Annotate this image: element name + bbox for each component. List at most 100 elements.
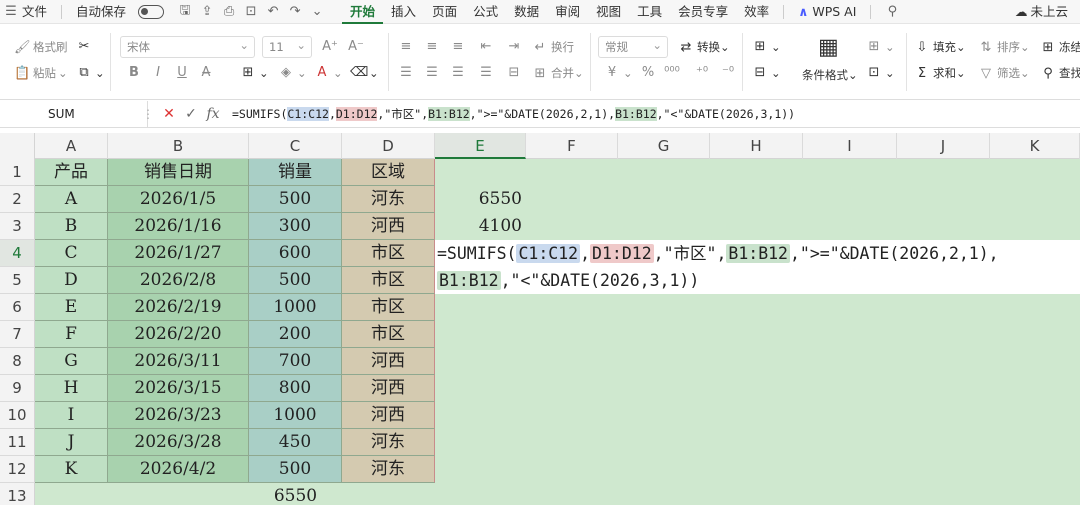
cell[interactable]: 2026/4/2: [108, 456, 249, 483]
column-header[interactable]: C: [249, 133, 342, 159]
tab-item[interactable]: 开始: [342, 0, 384, 24]
tab-item[interactable]: 视图: [588, 0, 629, 24]
cell[interactable]: A: [35, 186, 108, 213]
tab-item[interactable]: 插入: [383, 0, 424, 24]
cell[interactable]: 500: [249, 186, 342, 213]
column-header[interactable]: B: [108, 133, 249, 159]
fill-button[interactable]: ⇩ 填充 ⌄: [914, 39, 966, 55]
table-style-button[interactable]: ⊟ ⌄: [752, 65, 781, 80]
cell[interactable]: J: [35, 429, 108, 456]
cell-style-button[interactable]: ⊞ ⌄: [752, 39, 781, 54]
column-header[interactable]: K: [990, 133, 1080, 159]
percent-button[interactable]: %: [640, 65, 659, 80]
cell[interactable]: 1000: [249, 294, 342, 321]
cell[interactable]: 2026/2/8: [108, 267, 249, 294]
decimal-increase-button[interactable]: ⁺⁰: [694, 65, 713, 80]
row-header[interactable]: 6: [0, 294, 35, 321]
cell[interactable]: 6550: [249, 483, 342, 505]
align-right-button[interactable]: ☰: [450, 65, 469, 80]
thousands-button[interactable]: ⁰⁰⁰: [664, 65, 683, 80]
cell[interactable]: 800: [249, 375, 342, 402]
cell[interactable]: 河西: [342, 402, 435, 429]
print-icon[interactable]: ⎙: [218, 0, 240, 24]
cell[interactable]: 2026/3/15: [108, 375, 249, 402]
select-all-corner[interactable]: [0, 133, 35, 159]
cell[interactable]: 700: [249, 348, 342, 375]
cell[interactable]: 市区: [342, 240, 435, 267]
cell[interactable]: 2026/2/20: [108, 321, 249, 348]
cell[interactable]: 2026/1/27: [108, 240, 249, 267]
bold-button[interactable]: B: [126, 65, 145, 80]
quick-access-dropdown-icon[interactable]: ⌄: [306, 0, 328, 24]
row-header[interactable]: 12: [0, 456, 35, 483]
column-header[interactable]: G: [618, 133, 710, 159]
copy-button[interactable]: ⧉ ⌄: [76, 65, 104, 80]
filter-button[interactable]: ▽ 筛选 ⌄: [978, 65, 1030, 81]
row-header[interactable]: 9: [0, 375, 35, 402]
undo-icon[interactable]: ↶: [262, 0, 284, 24]
file-menu[interactable]: 文件: [22, 0, 55, 24]
wrap-text-button[interactable]: ↵ 换行: [532, 39, 574, 55]
tab-item[interactable]: 会员专享: [670, 0, 736, 24]
column-header[interactable]: E: [435, 133, 526, 159]
function-icon[interactable]: fx: [202, 106, 224, 122]
cell[interactable]: 河东: [342, 456, 435, 483]
number-format-combo[interactable]: 常规: [598, 35, 668, 58]
cut-button[interactable]: ✂: [76, 39, 95, 54]
cell[interactable]: 河西: [342, 213, 435, 240]
convert-button[interactable]: ⇄ 转换 ⌄: [678, 39, 730, 55]
increase-font-button[interactable]: A⁺: [322, 39, 341, 54]
cell[interactable]: D: [35, 267, 108, 294]
cell[interactable]: 200: [249, 321, 342, 348]
find-button[interactable]: ⚲ 查找: [1040, 65, 1080, 81]
cell[interactable]: 销售日期: [108, 159, 249, 186]
underline-button[interactable]: U: [174, 65, 193, 80]
cell-border-button[interactable]: ⊡ ⌄: [866, 65, 895, 80]
cell[interactable]: 2026/3/11: [108, 348, 249, 375]
cell[interactable]: 2026/3/23: [108, 402, 249, 429]
cell[interactable]: 市区: [342, 294, 435, 321]
column-header[interactable]: H: [710, 133, 803, 159]
cell[interactable]: 1000: [249, 402, 342, 429]
hamburger-menu-icon[interactable]: ☰: [0, 0, 22, 24]
cell[interactable]: 销量: [249, 159, 342, 186]
font-size-combo[interactable]: 11: [262, 35, 312, 58]
row-header[interactable]: 13: [0, 483, 35, 505]
column-header[interactable]: J: [897, 133, 990, 159]
cell[interactable]: 市区: [342, 267, 435, 294]
conditional-format-icon[interactable]: ▦: [818, 35, 839, 60]
tab-item[interactable]: 公式: [465, 0, 506, 24]
align-center-button[interactable]: ☰: [424, 65, 443, 80]
column-header[interactable]: D: [342, 133, 435, 159]
fill-color-button[interactable]: ◈ ⌄: [278, 65, 307, 80]
align-top-button[interactable]: ≡: [398, 39, 417, 54]
font-name-combo[interactable]: 宋体: [120, 35, 255, 58]
tab-item[interactable]: 工具: [629, 0, 670, 24]
cell[interactable]: 河西: [342, 348, 435, 375]
row-header[interactable]: 2: [0, 186, 35, 213]
cell[interactable]: 2026/2/19: [108, 294, 249, 321]
row-header[interactable]: 5: [0, 267, 35, 294]
cancel-formula-icon[interactable]: ✕: [158, 106, 180, 122]
cell[interactable]: 600: [249, 240, 342, 267]
cell[interactable]: G: [35, 348, 108, 375]
freeze-button[interactable]: ⊞ 冻结: [1040, 39, 1080, 55]
indent-decrease-button[interactable]: ⇤: [478, 39, 497, 54]
clear-format-button[interactable]: ⌫ ⌄: [350, 65, 379, 80]
font-color-button[interactable]: A ⌄: [314, 65, 343, 80]
cloud-status-button[interactable]: ☁ 未上云: [1007, 0, 1080, 24]
conditional-format-button[interactable]: 条件格式 ⌄: [802, 67, 858, 83]
currency-button[interactable]: ¥ ⌄: [604, 65, 633, 80]
cell[interactable]: 6550: [435, 186, 526, 213]
cell[interactable]: 450: [249, 429, 342, 456]
cell[interactable]: 河东: [342, 186, 435, 213]
confirm-formula-icon[interactable]: ✓: [180, 106, 202, 122]
sort-button[interactable]: ⇅ 排序 ⌄: [978, 39, 1030, 55]
export-icon[interactable]: ⇪: [196, 0, 218, 24]
border-button[interactable]: ⊞ ⌄: [240, 65, 269, 80]
format-painter-button[interactable]: 🖌 格式刷: [14, 39, 68, 55]
cell[interactable]: B: [35, 213, 108, 240]
row-header[interactable]: 3: [0, 213, 35, 240]
cell[interactable]: 2026/3/28: [108, 429, 249, 456]
cell[interactable]: 产品: [35, 159, 108, 186]
